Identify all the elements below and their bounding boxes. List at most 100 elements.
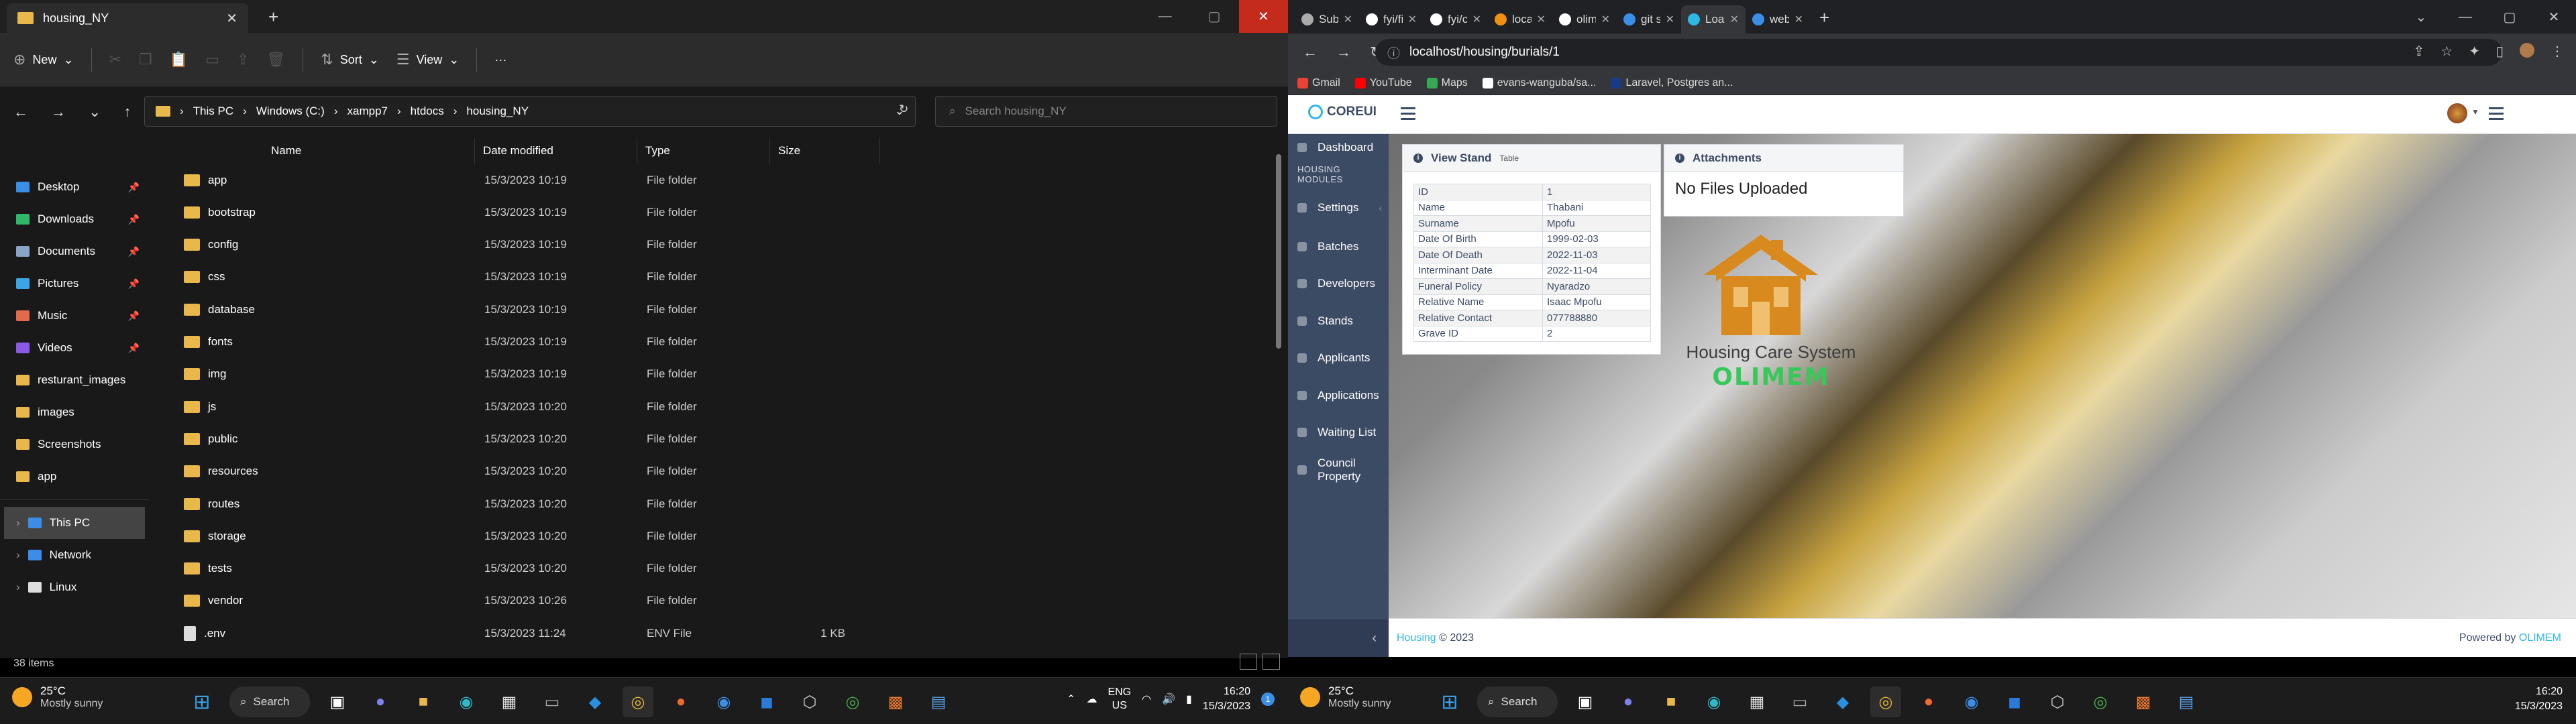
nav-item-images[interactable]: images bbox=[0, 396, 149, 428]
wifi-icon[interactable]: ◠ bbox=[1142, 692, 1151, 706]
vscode-icon[interactable]: ◆ bbox=[1827, 686, 1858, 717]
new-button[interactable]: ⊕ New ⌄ bbox=[13, 51, 74, 68]
browser-tab[interactable]: web-housin ✕ bbox=[1746, 5, 1810, 34]
breadcrumb-item[interactable]: htdocs bbox=[411, 105, 444, 118]
pin-icon[interactable]: 📌 bbox=[128, 310, 140, 322]
battery-icon[interactable]: ▮ bbox=[1186, 692, 1192, 706]
minimize-button[interactable]: — bbox=[1140, 0, 1189, 33]
list-item[interactable]: js 15/3/2023 10:20 File folder bbox=[176, 391, 880, 422]
bookmark-item[interactable]: YouTube bbox=[1354, 77, 1412, 89]
list-item[interactable]: resources 15/3/2023 10:20 File folder bbox=[176, 456, 880, 487]
list-item[interactable]: app 15/3/2023 10:19 File folder bbox=[176, 164, 880, 196]
app-icon[interactable]: ▤ bbox=[2171, 686, 2202, 717]
column-header-size[interactable]: Size bbox=[770, 137, 880, 164]
refresh-icon[interactable]: ↻ bbox=[899, 103, 908, 116]
profile-avatar[interactable] bbox=[2520, 43, 2534, 58]
outlook-icon[interactable]: ◼ bbox=[1999, 686, 2030, 717]
pin-icon[interactable]: 📌 bbox=[128, 182, 140, 193]
chrome-icon[interactable]: ◎ bbox=[1870, 686, 1901, 717]
terminal-icon[interactable]: ▭ bbox=[537, 686, 568, 717]
column-header-type[interactable]: Type bbox=[637, 137, 770, 164]
view-button[interactable]: ☰ View ⌄ bbox=[396, 51, 460, 68]
volume-icon[interactable]: 🔊 bbox=[1162, 692, 1175, 706]
browser-tab[interactable]: git stash - S ✕ bbox=[1617, 5, 1681, 34]
breadcrumb-item[interactable]: housing_NY bbox=[466, 105, 529, 118]
weather-widget[interactable]: 25°C Mostly sunny bbox=[1300, 684, 1391, 710]
brand-logo[interactable]: COREUI bbox=[1308, 105, 1377, 119]
close-icon[interactable]: ✕ bbox=[1601, 13, 1610, 26]
chevron-down-icon[interactable]: ⌄ bbox=[89, 103, 101, 121]
up-arrow-icon[interactable]: ↑ bbox=[123, 103, 131, 121]
delete-icon[interactable]: 🗑 bbox=[266, 51, 285, 68]
xampp-icon[interactable]: ▩ bbox=[880, 686, 911, 717]
file-explorer-icon[interactable]: ■ bbox=[408, 686, 439, 717]
forward-arrow-icon[interactable]: → bbox=[1336, 44, 1351, 61]
sidebar-item-council-property[interactable]: Council Property bbox=[1288, 451, 1389, 489]
nav-item-downloads[interactable]: Downloads 📌 bbox=[0, 203, 149, 235]
nav-item-documents[interactable]: Documents 📌 bbox=[0, 235, 149, 267]
share-icon[interactable]: ⇪ bbox=[237, 51, 249, 68]
menu-icon[interactable]: ⋮ bbox=[2551, 43, 2564, 60]
nav-item-app[interactable]: app bbox=[0, 461, 149, 493]
close-window-button[interactable]: ✕ bbox=[1238, 0, 1288, 33]
taskbar-search[interactable]: ⌕ Search bbox=[1477, 686, 1558, 717]
list-item[interactable]: public 15/3/2023 10:20 File folder bbox=[176, 423, 880, 455]
taskbar-search[interactable]: ⌕ Search bbox=[229, 686, 310, 717]
outlook-icon[interactable]: ◼ bbox=[751, 686, 782, 717]
start-icon[interactable]: ⊞ bbox=[1434, 686, 1465, 717]
breadcrumb-item[interactable]: xampp7 bbox=[347, 105, 388, 118]
share-icon[interactable]: ⇪ bbox=[2414, 43, 2425, 60]
close-icon[interactable]: ✕ bbox=[1666, 13, 1674, 26]
caret-down-icon[interactable]: ▼ bbox=[2471, 107, 2479, 117]
breadcrumb-item[interactable]: This PC bbox=[193, 105, 233, 118]
bookmark-item[interactable]: Gmail bbox=[1297, 77, 1340, 89]
address-bar[interactable]: ⓘ localhost/housing/burials/1 bbox=[1375, 39, 2502, 66]
browser-tab[interactable]: localhost / ✕ bbox=[1488, 5, 1552, 34]
maximize-button[interactable]: ▢ bbox=[2487, 0, 2532, 34]
footer-home-link[interactable]: Housing bbox=[1397, 632, 1436, 644]
language-indicator[interactable]: ENG US bbox=[1108, 686, 1131, 713]
back-arrow-icon[interactable]: ← bbox=[13, 103, 28, 121]
breadcrumb[interactable]: › This PC › Windows (C:) › xampp7 › htdocs › hous… bbox=[144, 96, 916, 127]
browser-tab[interactable]: fyi/first-an ✕ bbox=[1359, 5, 1424, 34]
close-window-button[interactable]: ✕ bbox=[2532, 0, 2576, 34]
app-icon[interactable]: ◉ bbox=[708, 686, 739, 717]
nav-item-linux[interactable]: › Linux bbox=[0, 571, 149, 603]
virtualbox-icon[interactable]: ⬡ bbox=[2042, 686, 2073, 717]
url-text[interactable]: localhost/housing/burials/1 bbox=[1409, 45, 1560, 60]
clock[interactable]: 16:20 15/3/2023 bbox=[1203, 684, 1250, 714]
list-item[interactable]: routes 15/3/2023 10:20 File folder bbox=[176, 488, 880, 520]
sidebar-item-dashboard[interactable]: Dashboard bbox=[1288, 134, 1389, 161]
terminal-icon[interactable]: ▭ bbox=[1784, 686, 1815, 717]
virtualbox-icon[interactable]: ⬡ bbox=[794, 686, 825, 717]
list-item[interactable]: bootstrap 15/3/2023 10:19 File folder bbox=[176, 196, 880, 228]
close-icon[interactable]: ✕ bbox=[226, 10, 237, 27]
list-item[interactable]: img 15/3/2023 10:19 File folder bbox=[176, 359, 880, 390]
close-icon[interactable]: ✕ bbox=[1730, 13, 1739, 26]
avatar[interactable] bbox=[2447, 103, 2467, 123]
nav-item-desktop[interactable]: Desktop 📌 bbox=[0, 171, 149, 203]
xampp-icon[interactable]: ▩ bbox=[2128, 686, 2159, 717]
cloud-icon[interactable]: ☁ bbox=[1086, 692, 1097, 706]
sidebar-item-applicants[interactable]: Applicants bbox=[1288, 340, 1389, 377]
sidebar-toggle-icon[interactable] bbox=[1401, 107, 1415, 123]
column-header-date[interactable]: Date modified bbox=[475, 137, 637, 164]
chrome-icon[interactable]: ◎ bbox=[623, 686, 653, 717]
app-icon[interactable]: ◉ bbox=[1956, 686, 1987, 717]
chevron-right-icon[interactable]: › bbox=[16, 516, 20, 530]
postman-icon[interactable]: ● bbox=[1913, 686, 1944, 717]
list-item[interactable]: storage 15/3/2023 10:20 File folder bbox=[176, 520, 880, 552]
paste-icon[interactable]: 📋 bbox=[170, 51, 188, 68]
close-icon[interactable]: ✕ bbox=[1794, 13, 1803, 26]
search-input[interactable]: Search housing_NY bbox=[965, 105, 1067, 118]
powered-by-link[interactable]: OLIMEM bbox=[2519, 632, 2561, 644]
task-view-icon[interactable]: ▣ bbox=[322, 686, 353, 717]
sidebar-minimizer[interactable]: ‹ bbox=[1288, 619, 1389, 657]
sidebar-item-applications[interactable]: Applications bbox=[1288, 377, 1389, 414]
extensions-icon[interactable]: ✦ bbox=[2469, 43, 2480, 60]
list-item[interactable]: vendor 15/3/2023 10:26 File folder bbox=[176, 585, 880, 617]
weather-widget[interactable]: 25°C Mostly sunny bbox=[12, 684, 103, 710]
start-icon[interactable]: ⊞ bbox=[186, 686, 217, 717]
close-icon[interactable]: ✕ bbox=[1537, 13, 1546, 26]
browser-tab[interactable]: Submitting ✕ bbox=[1295, 5, 1359, 34]
